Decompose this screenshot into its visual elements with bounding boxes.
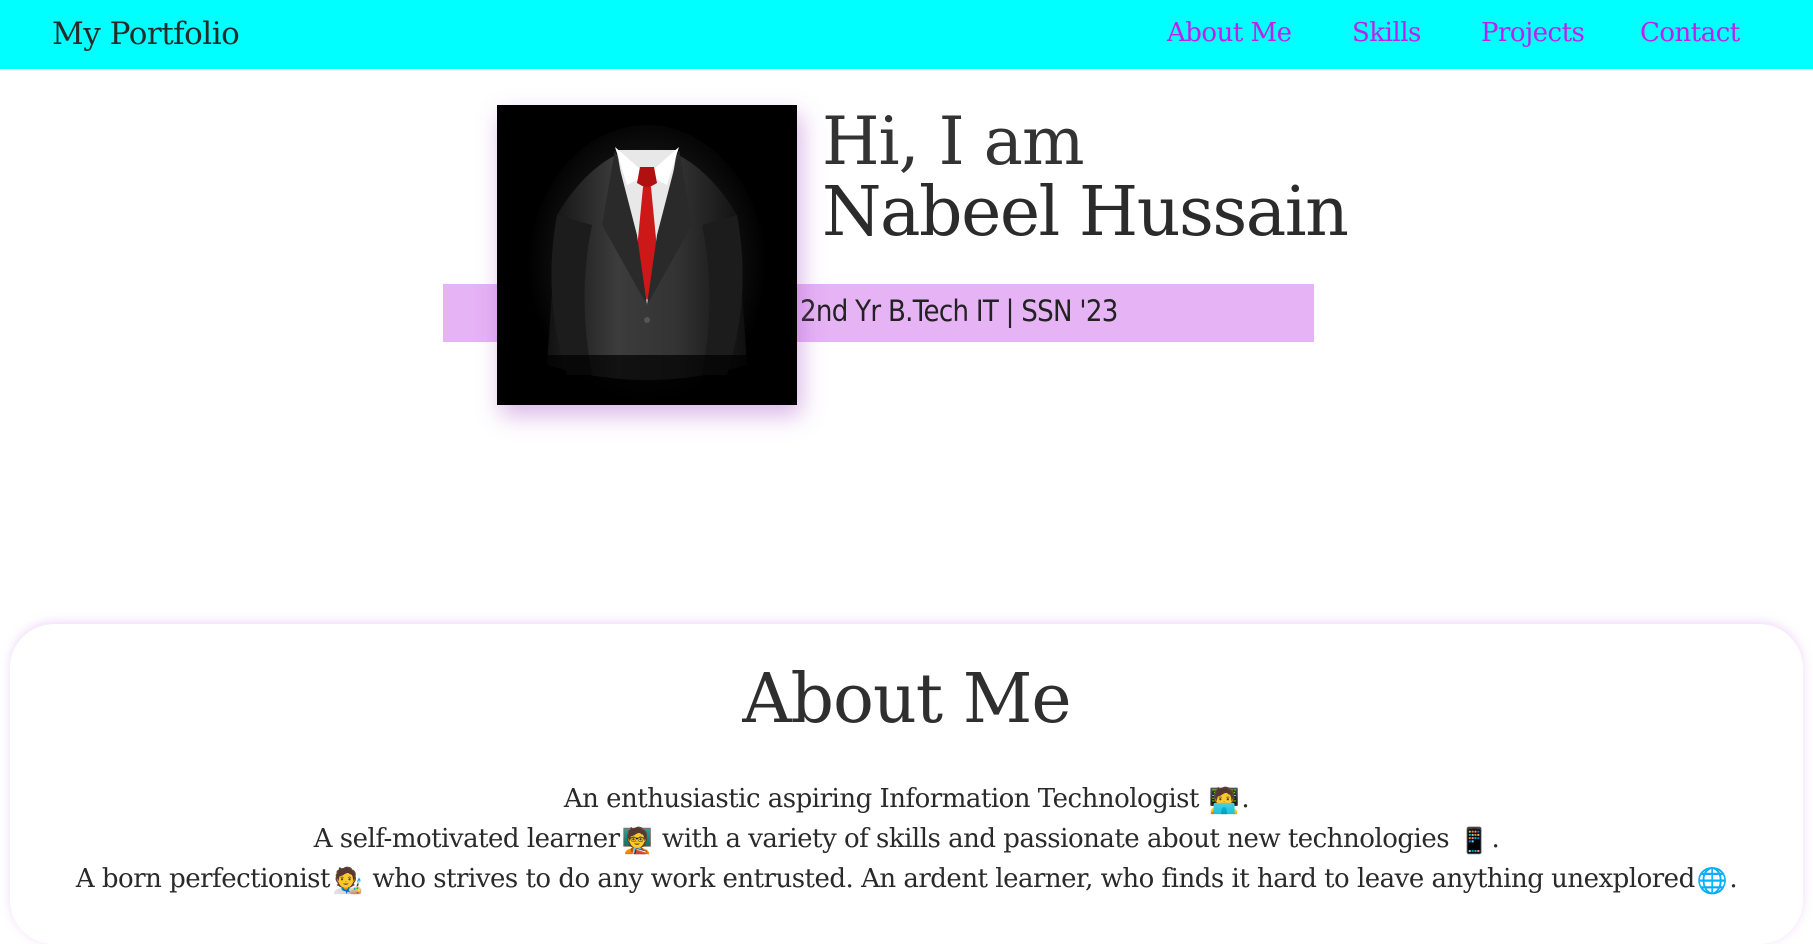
about-line-2: A self-motivated learner🧑‍🏫 with a varie… — [10, 824, 1803, 854]
about-line-1-text: An enthusiastic aspiring Information Tec… — [563, 784, 1207, 814]
person-in-suit-icon — [497, 105, 797, 405]
about-line-3: A born perfectionist🧑‍🎨 who strives to d… — [10, 864, 1803, 894]
about-line-1-end: . — [1241, 784, 1250, 814]
nav-link-contact[interactable]: Contact — [1640, 18, 1740, 48]
mobile-phone-icon: 📱 — [1458, 826, 1490, 855]
about-line-1: An enthusiastic aspiring Information Tec… — [10, 784, 1803, 814]
tagline-text: 2nd Yr B.Tech IT | SSN '23 — [800, 294, 1118, 328]
about-line-3-end: . — [1729, 864, 1738, 894]
nav-link-about-me[interactable]: About Me — [1167, 18, 1292, 48]
about-line-2-end: . — [1491, 824, 1500, 854]
name-heading: Nabeel Hussain — [822, 173, 1349, 252]
about-line-3-text: A born perfectionist — [75, 864, 331, 894]
navbar: My Portfolio About Me Skills Projects Co… — [0, 0, 1813, 69]
technologist-icon: 🧑‍💻 — [1208, 786, 1240, 815]
nav-link-projects[interactable]: Projects — [1481, 18, 1585, 48]
about-title: About Me — [742, 660, 1071, 739]
about-line-2-mid: with a variety of skills and passionate … — [654, 824, 1457, 854]
about-line-2-text: A self-motivated learner — [313, 824, 620, 854]
hero-section: 2nd Yr B.Tech IT | SSN '23 Hi, I am Nabe… — [0, 69, 1813, 589]
about-section: About Me An enthusiastic aspiring Inform… — [10, 624, 1803, 944]
about-line-3-mid: who strives to do any work entrusted. An… — [364, 864, 1695, 894]
portrait-image — [497, 105, 797, 405]
artist-icon: 🧑‍🎨 — [331, 866, 363, 895]
greeting-text: Hi, I am — [822, 103, 1085, 180]
teacher-icon: 🧑‍🏫 — [621, 826, 653, 855]
brand-title[interactable]: My Portfolio — [52, 16, 240, 52]
globe-icon: 🌐 — [1696, 866, 1728, 895]
nav-link-skills[interactable]: Skills — [1352, 18, 1421, 48]
